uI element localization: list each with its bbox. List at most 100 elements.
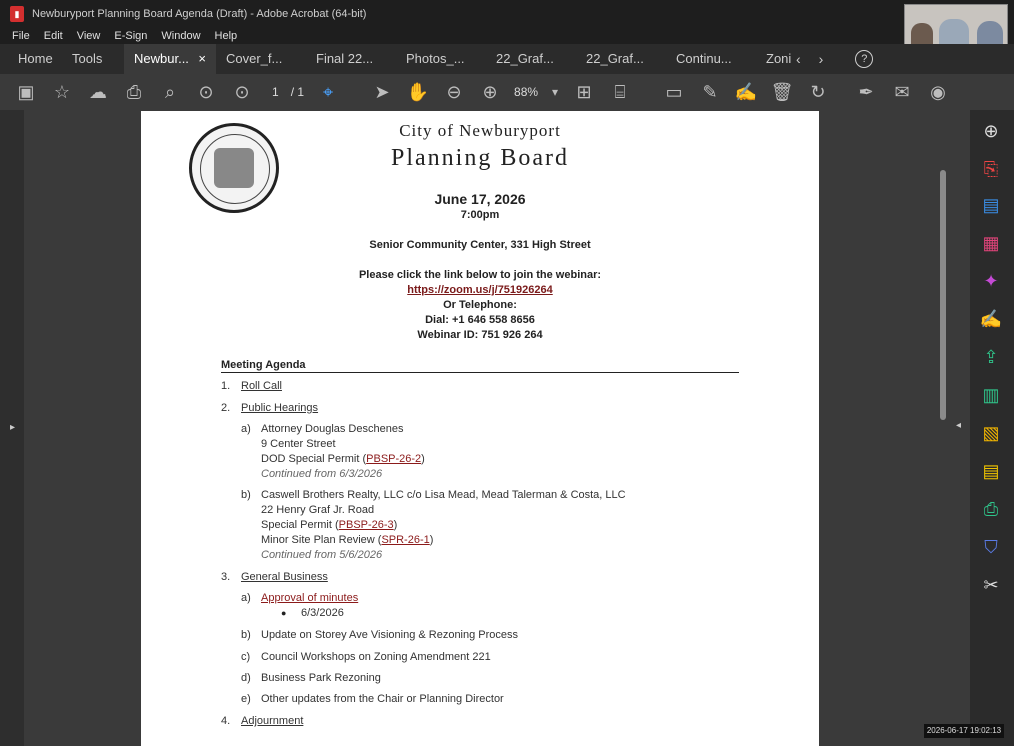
tab-active-label: Newbur...: [134, 51, 189, 66]
close-tab-icon[interactable]: ×: [198, 44, 206, 74]
agenda-item-public-hearings[interactable]: Public Hearings: [241, 402, 318, 414]
email-icon[interactable]: ✉: [884, 74, 920, 110]
agenda-item-general-business[interactable]: General Business: [241, 571, 328, 583]
tabs-scroll-right-icon[interactable]: ›: [819, 51, 824, 67]
agenda-item-number: 3.: [221, 571, 231, 583]
page-down-icon[interactable]: ⊙: [224, 74, 260, 110]
upload-cloud-icon[interactable]: ☁: [80, 74, 116, 110]
zoom-in-icon[interactable]: ⊕: [472, 74, 508, 110]
tab-document[interactable]: Final 22...: [306, 44, 396, 74]
create-pdf-icon[interactable]: ⎘: [978, 156, 1004, 182]
select-cursor-icon[interactable]: ➤: [364, 74, 400, 110]
print-icon[interactable]: ⎙: [116, 74, 152, 110]
hearing-applicant: Attorney Douglas Deschenes: [261, 423, 404, 435]
menu-help[interactable]: Help: [215, 30, 238, 42]
tab-document[interactable]: Cover_f...: [216, 44, 306, 74]
agenda-item-roll-call[interactable]: Roll Call: [241, 380, 282, 392]
delete-trash-icon[interactable]: 🗑: [764, 74, 800, 110]
tab-document[interactable]: 22_Graf...: [486, 44, 576, 74]
edit-pdf-icon[interactable]: ▧: [978, 420, 1004, 446]
hearing-address: 9 Center Street: [261, 438, 336, 450]
scroll-mode-icon[interactable]: ⌸: [602, 74, 638, 110]
bookmark-star-icon[interactable]: ☆: [44, 74, 80, 110]
sub-item-letter: e): [241, 693, 251, 705]
zoom-search-icon[interactable]: ⊕: [978, 118, 1004, 144]
rotate-icon[interactable]: ↻: [800, 74, 836, 110]
acrobat-app-icon: ▮: [10, 6, 24, 22]
site-plan-link[interactable]: SPR-26-1: [381, 534, 429, 546]
highlight-pen-icon[interactable]: ✎: [692, 74, 728, 110]
organize-pages-icon[interactable]: ▦: [978, 230, 1004, 256]
combine-files-icon[interactable]: ▤: [978, 192, 1004, 218]
export-pdf-icon[interactable]: ⇪: [978, 344, 1004, 370]
expand-left-panel-icon[interactable]: ▸: [10, 422, 15, 433]
page-up-icon[interactable]: ⊙: [188, 74, 224, 110]
pdf-page: City of Newburyport Planning Board June …: [141, 111, 819, 746]
agenda-item-adjournment[interactable]: Adjournment: [241, 715, 303, 727]
save-icon[interactable]: ▣: [8, 74, 44, 110]
hand-tool-icon[interactable]: ✋: [400, 74, 436, 110]
sub-item-letter: c): [241, 651, 251, 663]
protect-shield-icon[interactable]: ⛉: [978, 534, 1004, 560]
menu-file[interactable]: File: [12, 30, 30, 42]
hearing-permit: DOD Special Permit (PBSP-26-2): [261, 453, 425, 465]
agenda-item-number: 2.: [221, 402, 231, 414]
hearing-site-plan: Minor Site Plan Review (SPR-26-1): [261, 534, 434, 546]
right-tools-panel: ⊕ ⎘ ▤ ▦ ✦ ✍ ⇪ ▥ ▧ ▤ ⎙ ⛉ ✂: [970, 110, 1014, 746]
tab-document[interactable]: 22_Graf...: [576, 44, 666, 74]
permit-link[interactable]: PBSP-26-3: [339, 519, 394, 531]
scan-ocr-icon[interactable]: ⎙: [978, 496, 1004, 522]
tab-home[interactable]: Home: [0, 44, 62, 74]
account-icon[interactable]: ◉: [920, 74, 956, 110]
meeting-time: 7:00pm: [460, 209, 500, 221]
comment-icon[interactable]: ▭: [656, 74, 692, 110]
marquee-zoom-icon[interactable]: ⌖: [310, 74, 346, 110]
sub-item-letter: b): [241, 489, 251, 501]
vertical-scrollbar[interactable]: [940, 170, 946, 420]
menu-view[interactable]: View: [77, 30, 101, 42]
sub-item-letter: a): [241, 592, 251, 604]
menu-edit[interactable]: Edit: [44, 30, 63, 42]
tab-document[interactable]: Photos_...: [396, 44, 486, 74]
phone-heading: Or Telephone:: [443, 299, 517, 311]
city-name: City of Newburyport: [399, 121, 561, 140]
business-item: Business Park Rezoning: [261, 672, 381, 684]
permit-link[interactable]: PBSP-26-2: [366, 453, 421, 465]
compress-pdf-icon[interactable]: ▥: [978, 382, 1004, 408]
fill-and-sign-icon[interactable]: ✍: [978, 306, 1004, 332]
title-bar: ▮ Newburyport Planning Board Agenda (Dra…: [0, 0, 1014, 28]
tabs-scroll-left-icon[interactable]: ‹: [796, 51, 801, 67]
webinar-id: Webinar ID: 751 926 264: [417, 329, 543, 341]
business-item: Council Workshops on Zoning Amendment 22…: [261, 651, 491, 663]
business-item: Update on Storey Ave Visioning & Rezonin…: [261, 629, 519, 641]
agenda-item-number: 4.: [221, 715, 231, 727]
menu-esign[interactable]: E-Sign: [114, 30, 147, 42]
zoom-dropdown-chevron-down-icon[interactable]: ▾: [544, 74, 566, 110]
tab-document[interactable]: Zoni: [756, 44, 792, 74]
main-toolbar: ▣ ☆ ☁ ⎙ ⌕ ⊙ ⊙ 1 / 1 ⌖ ➤ ✋ ⊖ ⊕ 88% ▾ ⊞ ⌸ …: [0, 74, 1014, 110]
page-fit-icon[interactable]: ⊞: [566, 74, 602, 110]
hearing-continued-note: Continued from 6/3/2026: [261, 468, 383, 480]
zoom-out-icon[interactable]: ⊖: [436, 74, 472, 110]
search-icon[interactable]: ⌕: [152, 74, 188, 110]
tab-document[interactable]: Continu...: [666, 44, 756, 74]
zoom-level-field[interactable]: 88%: [508, 85, 544, 99]
zoom-link[interactable]: https://zoom.us/j/751926264: [141, 284, 819, 296]
current-page-field[interactable]: 1: [266, 85, 285, 99]
tab-active-document[interactable]: Newbur... ×: [124, 44, 216, 74]
menu-bar: File Edit View E-Sign Window Help: [0, 28, 1014, 44]
acrobat-window: ▮ Newburyport Planning Board Agenda (Dra…: [0, 0, 1014, 746]
left-panel-collapsed[interactable]: ▸: [0, 110, 24, 746]
tab-tools[interactable]: Tools: [62, 44, 124, 74]
menu-window[interactable]: Window: [161, 30, 200, 42]
request-signatures-icon[interactable]: ✦: [978, 268, 1004, 294]
draw-icon[interactable]: ✍: [728, 74, 764, 110]
approval-of-minutes-link[interactable]: Approval of minutes: [261, 592, 358, 604]
collapse-right-panel-icon[interactable]: ◂: [956, 420, 961, 431]
help-icon[interactable]: ?: [855, 50, 874, 68]
more-tools-icon[interactable]: ✂: [978, 572, 1004, 598]
bullet-icon: ●: [281, 608, 287, 618]
fill-sign-icon[interactable]: ✒: [848, 74, 884, 110]
comment-panel-icon[interactable]: ▤: [978, 458, 1004, 484]
video-timestamp: 2026-06-17 19:02:13: [924, 724, 1004, 738]
